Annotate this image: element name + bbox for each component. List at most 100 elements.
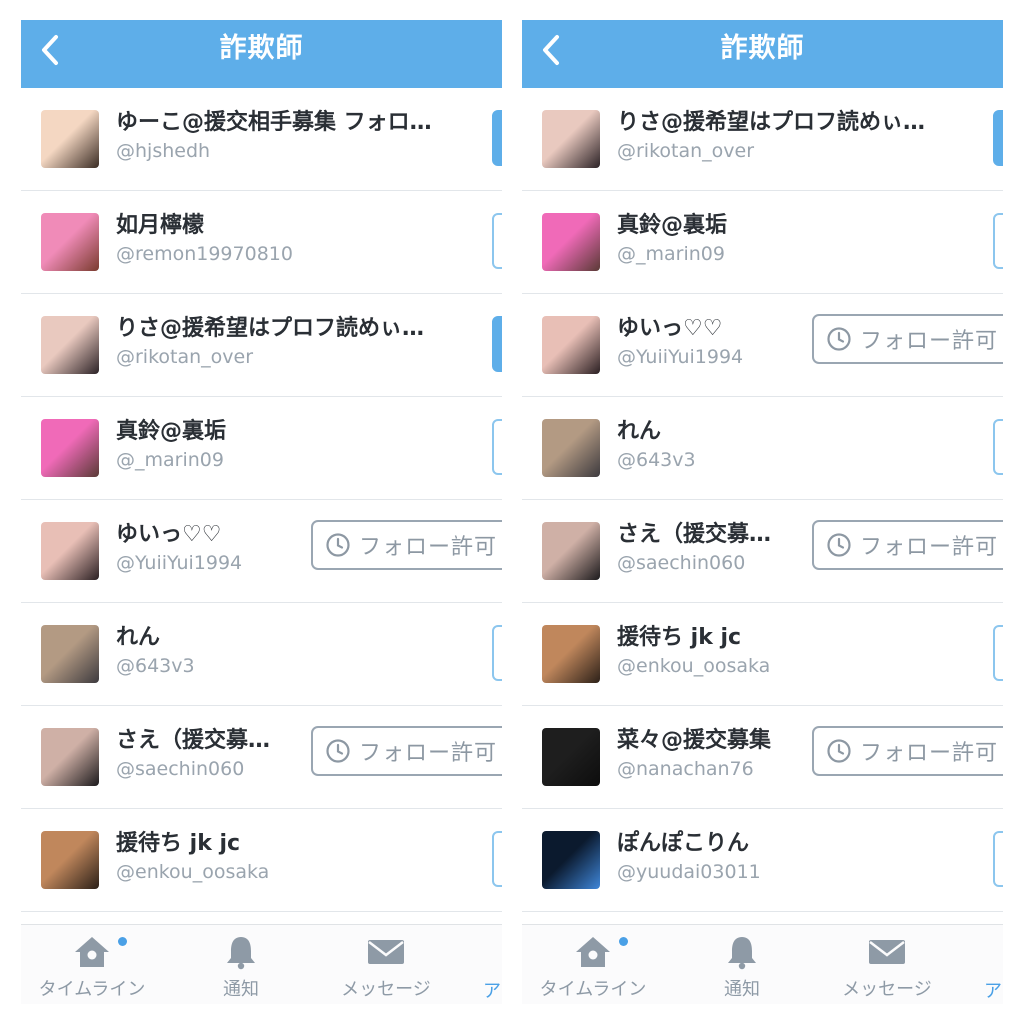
user-handle: @nanachan76 [617,758,754,780]
user-handle: @saechin060 [116,758,245,780]
envelope-icon [368,940,404,964]
list-item[interactable]: さえ（援交募… @saechin060 フォロー許可 [21,706,502,809]
avatar[interactable] [542,213,600,271]
home-icon [576,937,610,967]
tab-messages-label: メッセージ [842,979,932,1000]
follow-button[interactable] [492,831,502,887]
tab-timeline-label: タイムライン [38,979,146,1000]
avatar[interactable] [542,522,600,580]
list-item[interactable]: 援待ち jk jc @enkou_oosaka [522,603,1003,706]
follow-button[interactable] [993,110,1003,166]
avatar[interactable] [41,419,99,477]
follow-button[interactable] [993,419,1003,475]
list-item[interactable]: ゆいっ♡♡ @YuiiYui1994 フォロー許可 [522,294,1003,397]
avatar[interactable] [41,522,99,580]
user-name: 援待ち jk jc [617,625,742,650]
follow-request-label: フォロー許可 [359,535,498,560]
list-item[interactable]: 真鈴@裏垢 @_marin09 [522,191,1003,294]
follow-request-button[interactable]: フォロー許可 [812,314,1003,364]
user-handle: @enkou_oosaka [617,655,771,677]
user-name: さえ（援交募… [617,522,772,547]
bell-icon [728,937,756,970]
list-item[interactable]: ゆいっ♡♡ @YuiiYui1994 フォロー許可 [21,500,502,603]
follow-request-button[interactable]: フォロー許可 [311,520,502,570]
list-item[interactable]: 援待ち jk jc @enkou_oosaka [21,809,502,912]
list-item[interactable]: りさ@援希望はプロフ読めぃ… @rikotan_over [21,294,502,397]
tab-messages-label: メッセージ [341,979,431,1000]
follow-request-label: フォロー許可 [860,741,999,766]
tab-account-label[interactable]: ア [483,977,501,1003]
user-handle: @rikotan_over [116,346,254,368]
follow-button[interactable] [492,419,502,475]
avatar[interactable] [41,213,99,271]
follow-button[interactable] [492,110,502,166]
tab-notifications-label: 通知 [223,979,259,1000]
user-name: れん [617,419,662,444]
avatar[interactable] [542,625,600,683]
tab-account-label[interactable]: ア [984,977,1002,1003]
user-handle: @enkou_oosaka [116,861,270,883]
user-handle: @643v3 [617,449,696,471]
follow-button[interactable] [993,831,1003,887]
user-name: さえ（援交募… [116,728,271,753]
tab-timeline[interactable]: タイムライン [33,925,151,1004]
user-handle: @YuiiYui1994 [116,552,243,574]
list-item[interactable]: 真鈴@裏垢 @_marin09 [21,397,502,500]
follow-button[interactable] [993,625,1003,681]
avatar[interactable] [41,316,99,374]
tab-notifications-label: 通知 [724,979,760,1000]
user-handle: @remon19970810 [116,243,293,265]
avatar[interactable] [542,831,600,889]
avatar[interactable] [41,831,99,889]
user-name: ゆーこ@援交相手募集 フォロ… [116,110,432,135]
follow-request-button[interactable]: フォロー許可 [812,726,1003,776]
user-handle: @643v3 [116,655,195,677]
list-item[interactable]: りさ@援希望はプロフ読めぃ… @rikotan_over [522,88,1003,191]
follow-request-button[interactable]: フォロー許可 [812,520,1003,570]
avatar[interactable] [542,419,600,477]
user-name: 真鈴@裏垢 [116,419,227,444]
follow-request-button[interactable]: フォロー許可 [311,726,502,776]
tab-notifications[interactable]: 通知 [702,925,782,1004]
avatar[interactable] [542,316,600,374]
follow-button[interactable] [492,625,502,681]
list-item[interactable]: 菜々@援交募集 @nanachan76 フォロー許可 [522,706,1003,809]
tab-notifications[interactable]: 通知 [201,925,281,1004]
clock-icon [326,739,350,763]
user-handle: @yuudai03011 [617,861,761,883]
follow-button[interactable] [492,316,502,372]
follow-button[interactable] [492,213,502,269]
clock-icon [827,533,851,557]
list-item[interactable]: 如月檸檬 @remon19970810 [21,191,502,294]
header-bar: 詐欺師 [21,20,502,88]
user-name: りさ@援希望はプロフ読めぃ… [116,316,425,341]
follow-request-label: フォロー許可 [860,329,999,354]
unread-dot [118,937,127,946]
tab-bar: タイムライン 通知 メッセージ ア [522,924,1003,1004]
tab-timeline[interactable]: タイムライン [534,925,652,1004]
tab-messages[interactable]: メッセージ [827,925,947,1004]
user-name: れん [116,625,161,650]
list-item[interactable]: ゆーこ@援交相手募集 フォロ… @hjshedh [21,88,502,191]
avatar[interactable] [542,728,600,786]
list-item[interactable]: れん @643v3 [21,603,502,706]
user-handle: @YuiiYui1994 [617,346,744,368]
list-item[interactable]: さえ（援交募… @saechin060 フォロー許可 [522,500,1003,603]
list-item[interactable]: れん @643v3 [522,397,1003,500]
envelope-icon [869,940,905,964]
avatar[interactable] [41,728,99,786]
follow-button[interactable] [993,213,1003,269]
user-name: 援待ち jk jc [116,831,241,856]
avatar[interactable] [41,625,99,683]
user-list: りさ@援希望はプロフ読めぃ… @rikotan_over 真鈴@裏垢 @_mar… [522,88,1003,912]
avatar[interactable] [542,110,600,168]
unread-dot [619,937,628,946]
right-screen: 詐欺師 りさ@援希望はプロフ読めぃ… @rikotan_over 真鈴@裏垢 @… [522,20,1003,1004]
list-item[interactable]: ぽんぽこりん @yuudai03011 [522,809,1003,912]
tab-messages[interactable]: メッセージ [326,925,446,1004]
user-handle: @rikotan_over [617,140,755,162]
tab-timeline-label: タイムライン [539,979,647,1000]
avatar[interactable] [41,110,99,168]
follow-request-label: フォロー許可 [359,741,498,766]
user-handle: @_marin09 [617,243,725,265]
